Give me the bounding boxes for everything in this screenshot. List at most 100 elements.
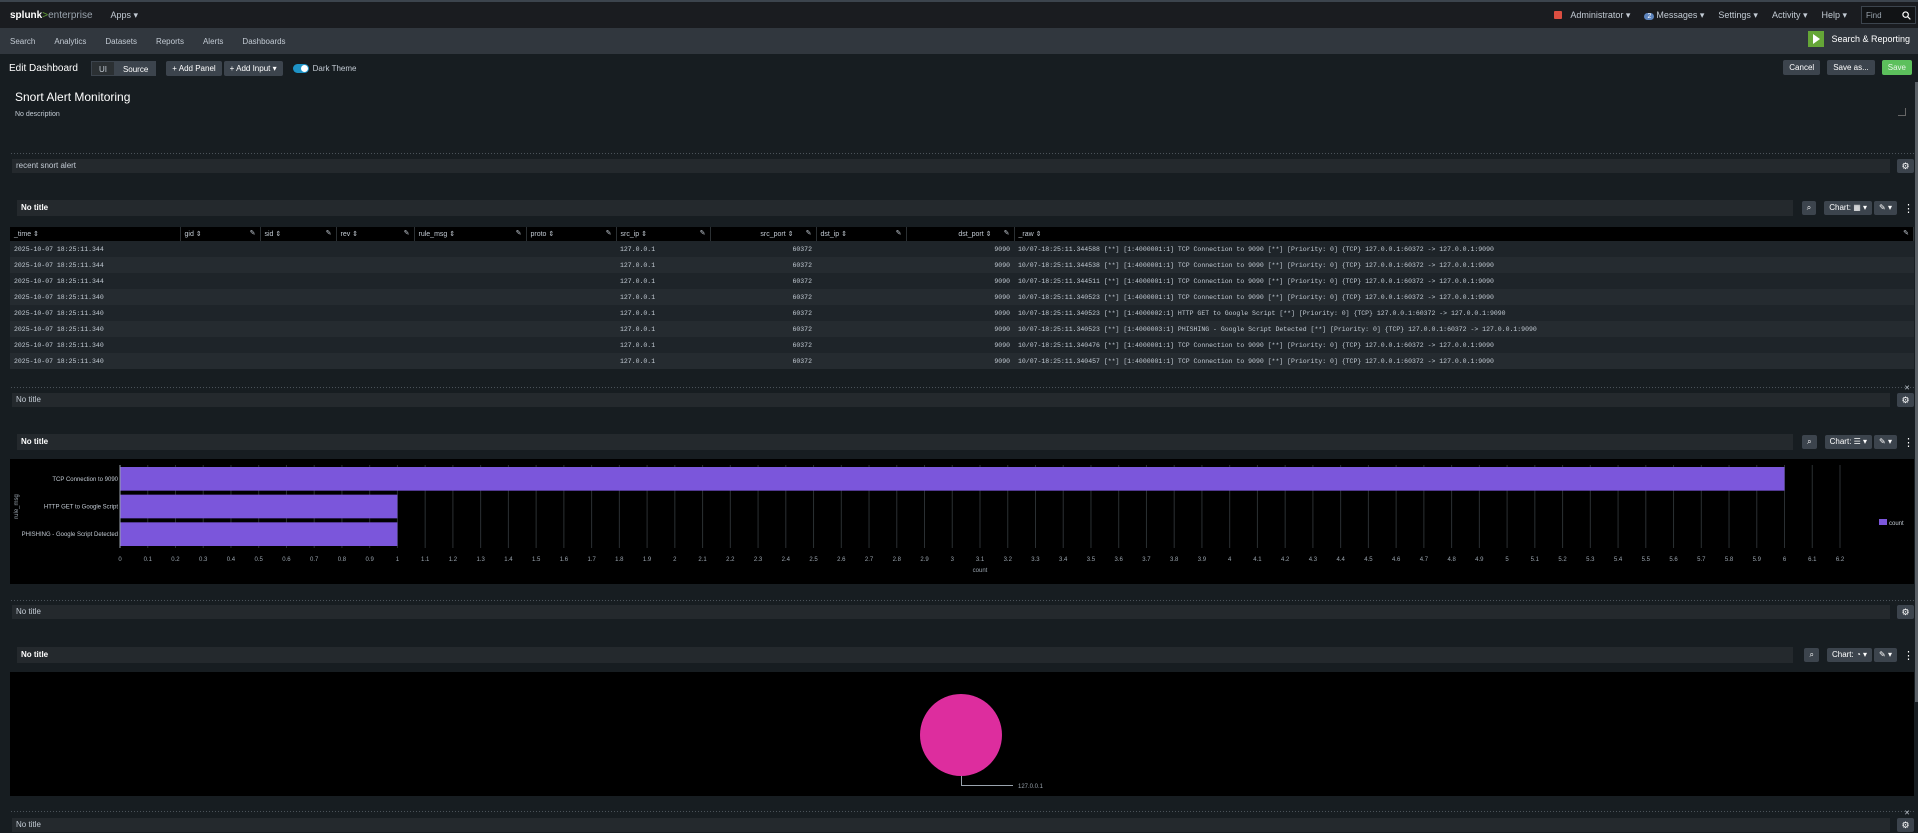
nav-analytics[interactable]: Analytics [54,37,86,46]
user-menu[interactable]: Administrator ▾ [1570,10,1630,21]
row-title-input[interactable]: No title [12,605,1890,619]
sid-cell [260,289,336,305]
close-icon[interactable]: ✕ [1904,809,1910,817]
pencil-icon[interactable]: ✎ [250,229,256,237]
column-header[interactable]: sid ⇕ ✎ [260,227,337,241]
column-header[interactable]: gid ⇕ ✎ [180,227,261,241]
sid-cell [260,257,336,273]
add-input-button[interactable]: + Add Input ▾ [223,60,283,76]
apps-menu[interactable]: Apps ▾ [111,10,139,21]
add-panel-button[interactable]: + Add Panel [166,60,222,76]
dashboard-description[interactable]: No description [15,111,60,118]
x-tick-label: 4.4 [1336,557,1345,563]
settings-menu[interactable]: Settings ▾ [1718,10,1758,21]
search-icon[interactable]: ⌕ [1804,648,1819,662]
activity-menu[interactable]: Activity ▾ [1772,10,1808,21]
row-drag-handle[interactable] [10,599,1914,603]
src-port-cell: 60372 [710,337,816,353]
edit-pencil-icon[interactable]: ✎ ▾ [1874,648,1897,662]
pencil-icon[interactable]: ✎ [700,229,706,237]
table-row[interactable]: 2025-10-07 18:25:11.340 127.0.0.1 60372 909… [10,353,1914,369]
column-header[interactable]: _time ⇕ [10,227,181,241]
x-tick-label: 5.9 [1753,557,1762,563]
bar[interactable] [120,494,398,519]
source-mode-button[interactable]: Source [114,60,157,76]
chart-type-button[interactable]: Chart: ☰ ▾ [1824,435,1873,449]
legend-label[interactable]: count [1889,521,1904,527]
more-icon[interactable]: ⋮ [1903,436,1914,449]
column-header[interactable]: _raw ⇕ ✎ [1014,227,1914,241]
alert-icon[interactable] [1554,11,1563,19]
x-tick-label: 0.2 [171,557,180,563]
row-title-input[interactable]: recent snort alert [12,159,1890,173]
pencil-icon[interactable]: ✎ [404,229,410,237]
more-icon[interactable]: ⋮ [1903,649,1914,662]
more-icon[interactable]: ⋮ [1903,202,1914,215]
app-title[interactable]: Search & Reporting [1808,31,1910,47]
column-header[interactable]: src_ip ⇕ ✎ [616,227,711,241]
column-header[interactable]: dst_ip ⇕ ✎ [816,227,907,241]
pencil-icon[interactable]: ✎ [1004,229,1010,237]
gear-icon[interactable]: ⚙ [1897,393,1914,407]
panel-title-bar[interactable]: No title [17,434,1793,450]
bar[interactable] [120,467,1785,491]
row-drag-handle[interactable] [10,152,1914,156]
row-drag-handle[interactable] [10,386,1914,390]
column-header[interactable]: dst_port ⇕ ✎ [906,227,1015,241]
nav-search[interactable]: Search [10,37,35,46]
pie-slice[interactable] [920,694,1002,776]
save-as-button[interactable]: Save as... [1827,60,1875,75]
pencil-icon[interactable]: ✎ [326,229,332,237]
row-title-input[interactable]: No title [12,818,1890,832]
chart-type-button[interactable]: Chart: ▦ ▾ [1824,201,1873,215]
pencil-icon[interactable]: ✎ [896,229,902,237]
gear-icon[interactable]: ⚙ [1897,159,1914,173]
x-tick-label: 0.7 [310,557,319,563]
splunk-logo[interactable]: splunk>enterprise [10,10,93,21]
edit-pencil-icon[interactable]: ✎ ▾ [1874,201,1897,215]
table-row[interactable]: 2025-10-07 18:25:11.340 127.0.0.1 60372 909… [10,337,1914,353]
pencil-icon[interactable]: ✎ [606,229,612,237]
edit-pencil-icon[interactable]: ✎ ▾ [1874,435,1897,449]
dst-port-cell: 9090 [906,241,1014,257]
column-header[interactable]: proto ⇕ ✎ [526,227,617,241]
panel-title-bar[interactable]: No title [17,200,1793,216]
table-row[interactable]: 2025-10-07 18:25:11.344 127.0.0.1 60372 909… [10,273,1914,289]
table-row[interactable]: 2025-10-07 18:25:11.340 127.0.0.1 60372 909… [10,321,1914,337]
help-menu[interactable]: Help ▾ [1821,10,1847,21]
messages-menu[interactable]: 2 Messages ▾ [1644,10,1704,21]
column-header[interactable]: rev ⇕ ✎ [336,227,415,241]
search-icon[interactable]: ⌕ [1802,435,1817,449]
panel-title-bar[interactable]: No title [17,647,1793,663]
pencil-icon[interactable]: ✎ [516,229,522,237]
row-drag-handle[interactable] [10,810,1914,814]
search-icon[interactable]: ⌕ [1801,201,1817,215]
gear-icon[interactable]: ⚙ [1897,818,1914,832]
nav-datasets[interactable]: Datasets [105,37,137,46]
column-header[interactable]: src_port ⇕ ✎ [710,227,817,241]
chart-type-button[interactable]: Chart: ◔ ▾ [1826,648,1873,662]
pencil-icon[interactable]: ✎ [1903,229,1909,237]
pencil-icon[interactable]: ✎ [806,229,812,237]
table-row[interactable]: 2025-10-07 18:25:11.344 127.0.0.1 60372 909… [10,241,1914,257]
resize-handle-icon[interactable] [1898,108,1906,116]
cancel-button[interactable]: Cancel [1783,60,1821,75]
legend-swatch[interactable] [1879,519,1887,525]
table-row[interactable]: 2025-10-07 18:25:11.340 127.0.0.1 60372 909… [10,305,1914,321]
ui-mode-button[interactable]: UI [90,60,115,76]
nav-reports[interactable]: Reports [156,37,184,46]
gear-icon[interactable]: ⚙ [1897,605,1914,619]
column-header[interactable]: rule_msg ⇕ ✎ [414,227,527,241]
nav-dashboards[interactable]: Dashboards [242,37,285,46]
dark-theme-toggle[interactable] [292,63,309,73]
bar[interactable] [120,522,398,546]
table-row[interactable]: 2025-10-07 18:25:11.344 127.0.0.1 60372 909… [10,257,1914,273]
x-tick-label: 2.4 [782,557,791,563]
dashboard-title[interactable]: Snort Alert Monitoring [15,90,130,104]
row-title-input[interactable]: No title [12,393,1890,407]
nav-alerts[interactable]: Alerts [203,37,223,46]
close-icon[interactable]: ✕ [1904,384,1910,392]
find-input[interactable]: Find [1861,6,1916,24]
table-row[interactable]: 2025-10-07 18:25:11.340 127.0.0.1 60372 909… [10,289,1914,305]
save-button[interactable]: Save [1881,60,1912,75]
